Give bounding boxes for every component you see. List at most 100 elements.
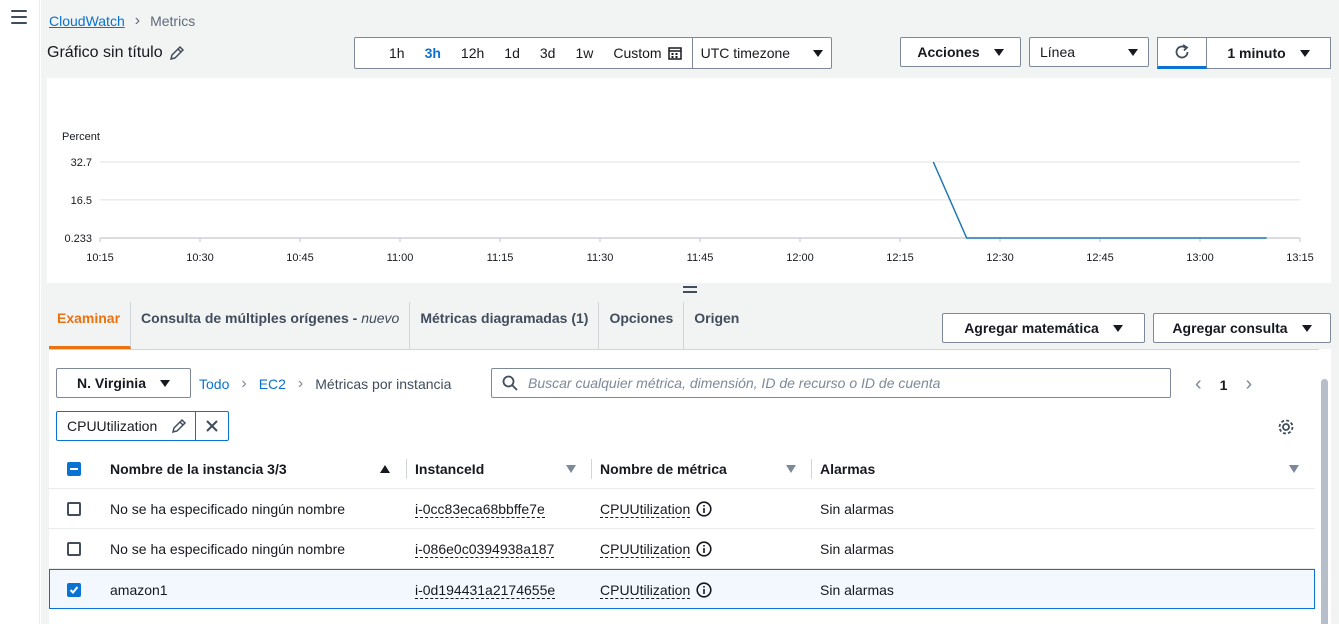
filter-sort-icon[interactable] xyxy=(566,449,576,489)
gear-icon xyxy=(1278,419,1294,435)
region-label: N. Virginia xyxy=(77,375,146,391)
row-checkbox[interactable] xyxy=(67,570,81,610)
tab-consulta-label: Consulta de múltiples orígenes - xyxy=(141,310,362,326)
timezone-select[interactable]: UTC timezone xyxy=(693,38,831,68)
pencil-icon[interactable] xyxy=(169,45,185,61)
x-tick-label: 11:00 xyxy=(387,252,414,264)
tab-metricas-diagramadas[interactable]: Métricas diagramadas (1) xyxy=(410,302,600,349)
time-range-3h[interactable]: 3h xyxy=(415,38,451,68)
instance-id[interactable]: i-0cc83eca68bbffe7e xyxy=(415,501,545,518)
x-tick-label: 10:30 xyxy=(186,252,214,264)
scrollbar-thumb[interactable] xyxy=(1321,379,1328,624)
table-header: Nombre de la instancia 3/3 InstanceId No… xyxy=(49,449,1315,489)
refresh-button[interactable] xyxy=(1157,37,1207,69)
settings-button[interactable] xyxy=(1277,418,1295,439)
tab-consulta[interactable]: Consulta de múltiples orígenes - nuevo xyxy=(131,302,411,349)
actions-button[interactable]: Acciones xyxy=(900,37,1021,67)
info-icon[interactable] xyxy=(696,541,712,557)
filter-sort-icon[interactable] xyxy=(1289,449,1299,489)
metric-namespace-breadcrumb: Todo › EC2 › Métricas por instancia xyxy=(199,375,451,393)
chevron-left-icon[interactable]: ‹ xyxy=(1195,373,1202,396)
row-checkbox[interactable] xyxy=(67,529,81,569)
remove-filter-button[interactable] xyxy=(196,412,228,440)
chart-type-label: Línea xyxy=(1040,44,1076,60)
add-query-button[interactable]: Agregar consulta xyxy=(1153,313,1331,343)
menu-icon[interactable] xyxy=(11,10,27,24)
metric-name[interactable]: CPUUtilization xyxy=(600,501,691,518)
line-chart: Percent 32.7 16.5 0.233 10:15 10:30 10:45 11:00… xyxy=(62,131,1314,264)
time-range-3d[interactable]: 3d xyxy=(530,38,566,68)
column-divider xyxy=(811,459,812,479)
y-tick-label: 16.5 xyxy=(71,195,92,207)
metric-search-input[interactable]: Buscar cualquier métrica, dimensión, ID … xyxy=(491,368,1171,398)
caret-down-icon xyxy=(993,48,1004,56)
refresh-group: 1 minuto xyxy=(1157,37,1331,69)
chart-type-select[interactable]: Línea xyxy=(1029,37,1149,67)
actions-label: Acciones xyxy=(917,44,980,60)
refresh-interval-label: 1 minuto xyxy=(1227,45,1286,61)
resize-handle-icon[interactable] xyxy=(683,286,697,296)
header-instance-name[interactable]: Nombre de la instancia 3/3 xyxy=(110,449,287,489)
checkbox-checked-icon xyxy=(67,583,81,597)
y-tick-label: 32.7 xyxy=(71,157,92,169)
add-math-button[interactable]: Agregar matemática xyxy=(942,313,1145,343)
metric-name[interactable]: CPUUtilization xyxy=(600,541,691,558)
table-row[interactable]: No se ha especificado ningún nombre i-0c… xyxy=(49,489,1315,529)
calendar-icon xyxy=(667,47,682,60)
x-tick-label: 10:15 xyxy=(86,252,114,264)
region-select[interactable]: N. Virginia xyxy=(56,368,191,398)
chevron-right-icon: › xyxy=(241,375,247,392)
tab-consulta-new: nuevo xyxy=(361,310,400,326)
table-row-selected[interactable]: amazon1 i-0d194431a2174655e CPUUtilizati… xyxy=(49,569,1315,609)
metric-tabs: Examinar Consulta de múltiples orígenes … xyxy=(49,302,749,349)
time-range-1w[interactable]: 1w xyxy=(565,38,603,68)
breadcrumb-cloudwatch-link[interactable]: CloudWatch xyxy=(49,13,125,29)
scrollbar[interactable] xyxy=(1319,349,1331,624)
custom-label: Custom xyxy=(613,45,662,61)
x-tick-label: 12:15 xyxy=(886,252,914,264)
caret-down-icon xyxy=(159,379,170,387)
select-all-checkbox[interactable] xyxy=(67,449,81,489)
instance-id[interactable]: i-0d194431a2174655e xyxy=(415,582,556,599)
x-tick-label: 12:45 xyxy=(1086,252,1114,264)
alarms-status: Sin alarmas xyxy=(820,582,894,598)
x-tick-label: 13:15 xyxy=(1286,252,1314,264)
sort-ascending-icon[interactable] xyxy=(380,449,390,489)
metric-name[interactable]: CPUUtilization xyxy=(600,582,691,599)
header-alarms[interactable]: Alarmas xyxy=(820,449,875,489)
graph-title-text: Gráfico sin título xyxy=(47,44,163,61)
y-tick-label: 0.233 xyxy=(64,233,92,245)
time-range-12h[interactable]: 12h xyxy=(451,38,494,68)
x-tick-label: 12:30 xyxy=(986,252,1014,264)
filter-sort-icon[interactable] xyxy=(786,449,796,489)
header-metric-name[interactable]: Nombre de métrica xyxy=(600,449,727,489)
instance-name: amazon1 xyxy=(110,582,168,598)
chevron-right-icon[interactable]: › xyxy=(1245,373,1252,396)
time-range-1d[interactable]: 1d xyxy=(494,38,530,68)
pagination: ‹ 1 › xyxy=(1195,373,1252,396)
info-icon[interactable] xyxy=(696,501,712,517)
time-range-selector: 1h 3h 12h 1d 3d 1w Custom UTC timezone xyxy=(354,37,832,69)
crumb-todo[interactable]: Todo xyxy=(199,376,229,392)
header-instance-id[interactable]: InstanceId xyxy=(415,449,484,489)
caret-down-icon xyxy=(1301,324,1312,332)
search-placeholder: Buscar cualquier métrica, dimensión, ID … xyxy=(528,375,941,391)
crumb-current: Métricas por instancia xyxy=(315,376,452,392)
custom-range-button[interactable]: Custom xyxy=(603,38,693,68)
breadcrumb-current: Metrics xyxy=(150,13,196,29)
tab-examinar[interactable]: Examinar xyxy=(49,302,132,349)
pencil-icon[interactable] xyxy=(171,418,187,434)
tab-opciones[interactable]: Opciones xyxy=(599,302,685,349)
timezone-label: UTC timezone xyxy=(700,45,791,61)
page-number[interactable]: 1 xyxy=(1220,377,1228,393)
info-icon[interactable] xyxy=(696,582,712,598)
tab-origen[interactable]: Origen xyxy=(684,302,749,349)
time-range-1h[interactable]: 1h xyxy=(355,38,415,68)
instance-id[interactable]: i-086e0c0394938a187 xyxy=(415,541,555,558)
crumb-ec2[interactable]: EC2 xyxy=(259,376,286,392)
x-tick-label: 11:15 xyxy=(487,252,514,264)
table-row[interactable]: No se ha especificado ningún nombre i-08… xyxy=(49,529,1315,569)
row-checkbox[interactable] xyxy=(67,489,81,529)
refresh-interval-select[interactable]: 1 minuto xyxy=(1207,37,1331,69)
graph-title: Gráfico sin título xyxy=(47,44,185,62)
